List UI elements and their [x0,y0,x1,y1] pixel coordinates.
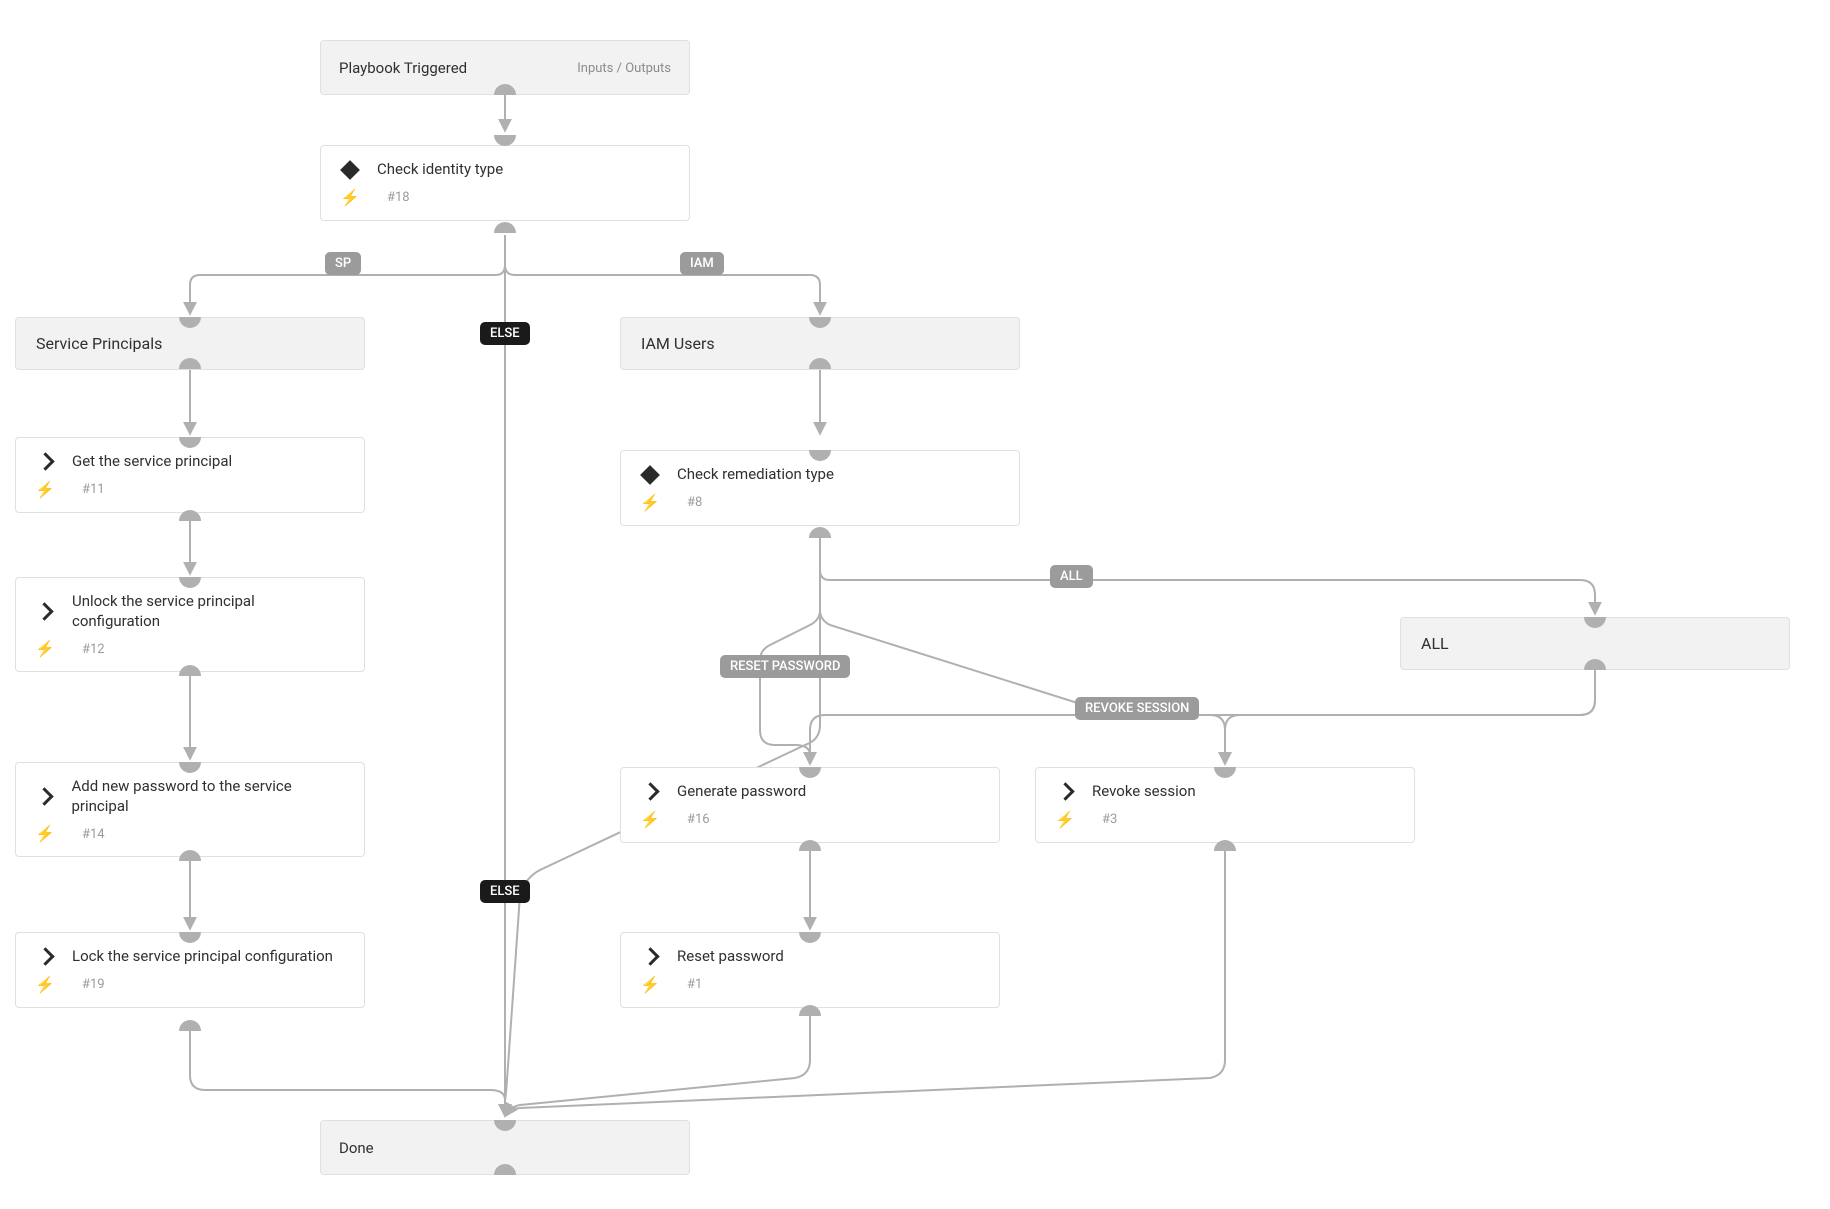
node-title: Lock the service principal configuration [72,947,333,967]
node-lock-service-principal[interactable]: Lock the service principal configuration… [15,932,365,1008]
inputs-outputs-link[interactable]: Inputs / Outputs [577,61,671,76]
node-title: Check identity type [377,160,503,180]
step-number: #8 [687,495,702,510]
node-title: Done [339,1139,374,1159]
node-title: Check remediation type [677,465,834,485]
step-number: #18 [387,190,410,205]
group-title: Service Principals [36,334,162,353]
node-title: Reset password [677,947,784,967]
edge-label-sp: SP [325,252,361,275]
diamond-icon [640,465,660,485]
node-title: Generate password [677,782,806,802]
node-title: Playbook Triggered [339,59,467,79]
node-title: Revoke session [1092,782,1196,802]
edge-label-else-2: ELSE [480,880,530,903]
group-title: ALL [1421,634,1449,653]
step-number: #3 [1102,812,1117,827]
node-title: Add new password to the service principa… [71,777,346,816]
bolt-icon: ⚡ [1055,812,1075,828]
bolt-icon: ⚡ [640,977,660,993]
chevron-icon [641,783,659,801]
step-number: #16 [687,812,710,827]
node-title: Unlock the service principal configurati… [72,592,346,631]
step-number: #1 [687,977,702,992]
step-number: #12 [82,642,105,657]
node-get-service-principal[interactable]: Get the service principal ⚡ #11 [15,437,365,513]
chevron-icon [36,948,54,966]
bolt-icon: ⚡ [35,641,55,657]
diamond-icon [340,160,360,180]
bolt-icon: ⚡ [35,826,55,842]
step-number: #11 [82,482,105,497]
node-title: Get the service principal [72,452,232,472]
chevron-icon [36,453,54,471]
group-title: IAM Users [641,334,715,353]
node-add-password-service-principal[interactable]: Add new password to the service principa… [15,762,365,857]
playbook-flow-canvas[interactable]: Playbook Triggered Inputs / Outputs Chec… [0,0,1830,1209]
node-reset-password[interactable]: Reset password ⚡ #1 [620,932,1000,1008]
bolt-icon: ⚡ [340,190,360,206]
chevron-icon [36,602,54,620]
edge-label-reset-password: RESET PASSWORD [720,655,850,678]
edge-label-iam: IAM [680,252,724,275]
node-check-identity-type[interactable]: Check identity type ⚡ #18 [320,145,690,221]
node-generate-password[interactable]: Generate password ⚡ #16 [620,767,1000,843]
chevron-icon [36,787,54,805]
bolt-icon: ⚡ [640,495,660,511]
chevron-icon [641,948,659,966]
chevron-icon [1056,783,1074,801]
edge-label-else: ELSE [480,322,530,345]
bolt-icon: ⚡ [640,812,660,828]
bolt-icon: ⚡ [35,977,55,993]
edge-label-all: ALL [1050,565,1093,588]
node-unlock-service-principal[interactable]: Unlock the service principal configurati… [15,577,365,672]
step-number: #14 [82,827,105,842]
bolt-icon: ⚡ [35,482,55,498]
node-check-remediation-type[interactable]: Check remediation type ⚡ #8 [620,450,1020,526]
edge-label-revoke-session: REVOKE SESSION [1075,697,1199,720]
step-number: #19 [82,977,105,992]
node-revoke-session[interactable]: Revoke session ⚡ #3 [1035,767,1415,843]
